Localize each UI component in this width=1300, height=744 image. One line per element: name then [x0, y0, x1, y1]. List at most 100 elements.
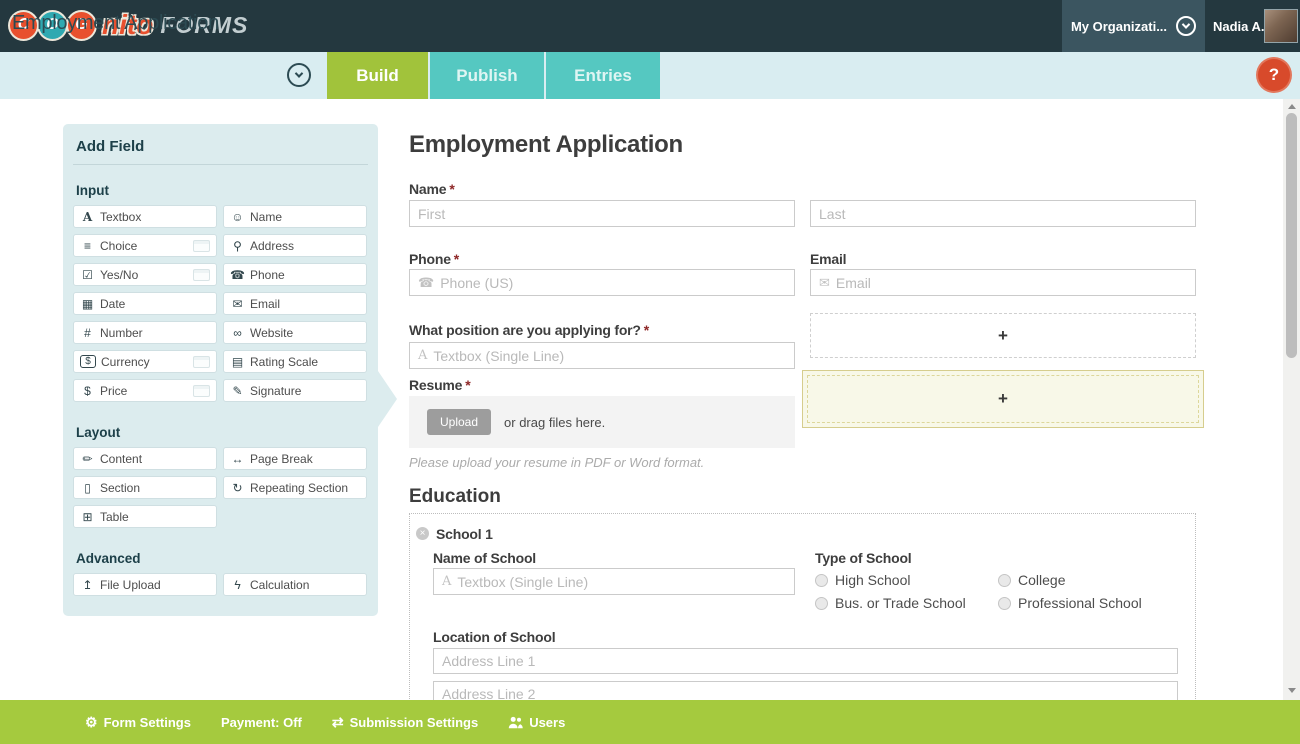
organization-menu[interactable]: My Organizati...: [1062, 0, 1205, 52]
field-button-choice[interactable]: ≡Choice: [73, 234, 217, 257]
highlighted-dropzone[interactable]: +: [802, 370, 1204, 428]
field-button-rating-scale[interactable]: ▤Rating Scale: [223, 350, 367, 373]
field-label: Price: [100, 384, 127, 398]
education-section-heading: Education: [409, 486, 501, 508]
email-input[interactable]: ✉ Email: [810, 269, 1196, 296]
radio-icon[interactable]: [815, 597, 828, 610]
field-button-price[interactable]: $Price: [73, 379, 217, 402]
payment-status[interactable]: Payment: Off: [221, 715, 302, 730]
help-button[interactable]: ?: [1258, 59, 1290, 91]
envelope-icon: ✉: [819, 275, 830, 291]
field-button-signature[interactable]: ✎Signature: [223, 379, 367, 402]
tab-build[interactable]: Build: [327, 52, 428, 99]
scroll-up-arrow[interactable]: [1288, 104, 1296, 109]
field-button-email[interactable]: ✉ Email: [223, 292, 367, 315]
address-line-1-input[interactable]: Address Line 1: [433, 648, 1178, 674]
form-switcher-chevron-icon[interactable]: [287, 63, 311, 87]
field-button-yesno[interactable]: ☑Yes/No: [73, 263, 217, 286]
position-input[interactable]: ATextbox (Single Line): [409, 342, 795, 369]
builder-footer: ⚙Form Settings Payment: Off ⇄Submission …: [0, 700, 1300, 744]
field-button-repeating-section[interactable]: ↻ Repeating Section: [223, 476, 367, 499]
placeholder: Last: [819, 206, 845, 222]
users-button[interactable]: Users: [508, 715, 565, 730]
name-field-label[interactable]: Name*: [409, 181, 455, 197]
resume-upload-area: Upload or drag files here.: [409, 396, 795, 448]
repeat-icon: ↻: [230, 481, 245, 495]
placeholder: Textbox (Single Line): [457, 574, 588, 590]
radio-label: College: [1018, 572, 1065, 588]
field-label: File Upload: [100, 578, 161, 592]
page-icon: ▯: [80, 481, 95, 495]
email-field-label[interactable]: Email: [810, 251, 846, 267]
avatar[interactable]: [1264, 9, 1298, 43]
add-field-dropzone[interactable]: +: [810, 313, 1196, 358]
radio-icon[interactable]: [998, 597, 1011, 610]
required-asterisk: *: [449, 181, 454, 197]
radio-option-high-school[interactable]: High School: [815, 572, 911, 588]
position-field-label[interactable]: What position are you applying for?*: [409, 322, 649, 338]
number-icon: #: [80, 326, 95, 340]
field-button-table[interactable]: ⊞Table: [73, 505, 217, 528]
field-label: Email: [250, 297, 280, 311]
advanced-field-grid: ↥ File Upload ϟCalculation: [73, 573, 368, 596]
required-asterisk: *: [644, 322, 649, 338]
radio-icon[interactable]: [815, 574, 828, 587]
radio-label: Professional School: [1018, 595, 1142, 611]
panel-divider: [73, 164, 368, 165]
footer-menu: ⚙Form Settings Payment: Off ⇄Submission …: [85, 700, 565, 744]
radio-option-college[interactable]: College: [998, 572, 1065, 588]
phone-field-label[interactable]: Phone*: [409, 251, 459, 267]
envelope-icon: ✉: [230, 297, 245, 311]
field-label: Rating Scale: [250, 355, 318, 369]
required-asterisk: *: [465, 377, 470, 393]
placeholder: Email: [836, 275, 871, 291]
phone-icon: ☎: [418, 275, 434, 291]
field-button-content[interactable]: ✏Content: [73, 447, 217, 470]
radio-label: Bus. or Trade School: [835, 595, 966, 611]
add-field-panel: Add Field Input ATextbox ☺Name ≡Choice ⚲…: [63, 124, 378, 616]
user-name[interactable]: Nadia A.: [1213, 0, 1265, 52]
scroll-down-arrow[interactable]: [1288, 688, 1296, 693]
school-type-label[interactable]: Type of School: [815, 550, 912, 566]
radio-icon[interactable]: [998, 574, 1011, 587]
field-button-textbox[interactable]: ATextbox: [73, 205, 217, 228]
field-button-website[interactable]: ∞Website: [223, 321, 367, 344]
layout-field-grid: ✏Content ↔Page Break ▯Section ↻ Repeating…: [73, 447, 368, 528]
upload-button[interactable]: Upload: [427, 409, 491, 435]
resume-field-label[interactable]: Resume*: [409, 377, 471, 393]
placeholder: Phone (US): [440, 275, 513, 291]
submission-settings-button[interactable]: ⇄Submission Settings: [332, 714, 478, 731]
field-button-calculation[interactable]: ϟCalculation: [223, 573, 367, 596]
phone-input[interactable]: ☎ Phone (US): [409, 269, 795, 296]
lightning-icon: ϟ: [230, 578, 245, 592]
field-button-file-upload[interactable]: ↥ File Upload: [73, 573, 217, 596]
field-button-currency[interactable]: $Currency: [73, 350, 217, 373]
field-button-section[interactable]: ▯Section: [73, 476, 217, 499]
remove-item-icon[interactable]: ×: [416, 527, 429, 540]
field-button-address[interactable]: ⚲Address: [223, 234, 367, 257]
field-button-phone[interactable]: ☎Phone: [223, 263, 367, 286]
name-first-input[interactable]: First: [409, 200, 795, 227]
field-button-number[interactable]: #Number: [73, 321, 217, 344]
school-name-input[interactable]: A Textbox (Single Line): [433, 568, 795, 595]
name-last-input[interactable]: Last: [810, 200, 1196, 227]
school-location-label[interactable]: Location of School: [433, 629, 555, 645]
radio-option-professional-school[interactable]: Professional School: [998, 595, 1142, 611]
tab-publish[interactable]: Publish: [430, 52, 544, 99]
textbox-icon: A: [80, 210, 95, 224]
school-name-label[interactable]: Name of School: [433, 550, 536, 566]
radio-option-trade-school[interactable]: Bus. or Trade School: [815, 595, 966, 611]
textbox-icon: A: [442, 574, 451, 589]
field-button-name[interactable]: ☺Name: [223, 205, 367, 228]
radio-label: High School: [835, 572, 911, 588]
scrollbar-thumb[interactable]: [1286, 113, 1297, 358]
upload-icon: ↥: [80, 578, 95, 592]
placeholder: Textbox (Single Line): [433, 348, 564, 364]
form-settings-button[interactable]: ⚙Form Settings: [85, 714, 191, 731]
field-label: Repeating Section: [250, 481, 348, 495]
field-button-page-break[interactable]: ↔Page Break: [223, 447, 367, 470]
field-button-date[interactable]: ▦Date: [73, 292, 217, 315]
plus-icon: +: [998, 326, 1008, 346]
tab-entries[interactable]: Entries: [546, 52, 660, 99]
field-label: Date: [100, 297, 125, 311]
